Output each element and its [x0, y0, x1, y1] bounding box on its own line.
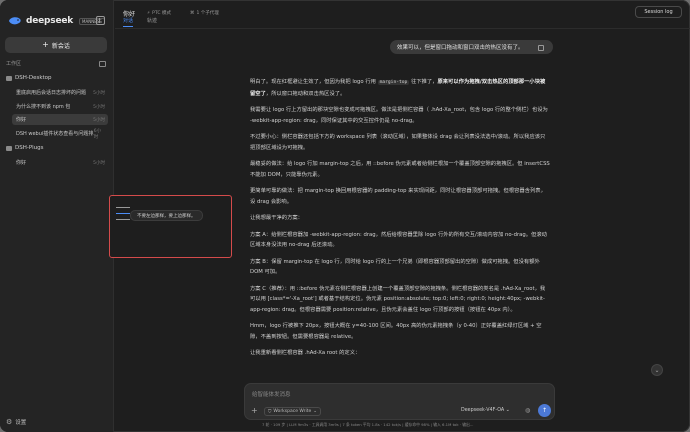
workspace-write-label: Workspace Write	[273, 409, 312, 414]
reply-paragraph: 方案 A：给侧栏根容器加 -webkit-app-region: drag，然后…	[250, 231, 547, 249]
session-item-label: 你好	[16, 117, 27, 123]
chevron-down-icon: ⌄	[505, 408, 510, 413]
workspace-header: 工作区	[6, 60, 106, 67]
mode-label: PTC 模式	[152, 11, 171, 16]
tab-bar: 对话 轨迹	[123, 17, 157, 27]
sidebar-lines-icon	[116, 207, 130, 225]
session-item-label: 你好	[16, 160, 27, 166]
workspace-group-name: DSH-Plugs	[15, 145, 44, 151]
reply-paragraph: 方案 B：保留 margin-top 在 logo 行，同时给 logo 行的上…	[250, 258, 540, 276]
tab-conversation[interactable]: 对话	[123, 17, 134, 27]
bolt-icon: ⚡	[147, 10, 151, 16]
reply-text: ，所以窗口拖动和双击热区没了。	[265, 90, 346, 97]
workspace-group-name: DSH-Desktop	[15, 75, 52, 81]
session-item-time: 5小时	[93, 104, 105, 110]
app-window: deepseek MANNESS + 新会话 工作区 DSH-Desktop 重…	[0, 0, 690, 432]
workspace-write-chip[interactable]: ⛉ Workspace Write ⌄	[264, 407, 322, 416]
workspace-header-label: 工作区	[6, 61, 22, 67]
reply-text: 往下推了，	[409, 79, 438, 85]
assistant-reply: 明白了。现在红框避让生效了，但因为我把 logo 行用 margin-top 往…	[250, 77, 550, 365]
subagent-chip[interactable]: ⌘ 1 个子代理	[190, 10, 219, 17]
new-chat-button[interactable]: + 新会话	[5, 37, 107, 53]
session-log-button[interactable]: Session log	[635, 6, 682, 18]
settings-label: 设置	[15, 420, 27, 426]
chevron-down-icon: ⌄	[313, 409, 318, 414]
subagent-label: 1 个子代理	[196, 11, 219, 16]
session-item-time: 6小时	[93, 128, 102, 140]
user-message: 效果可以，但是窗口拖动和窗口双击的热区没有了。	[390, 40, 553, 54]
new-chat-label: 新会话	[51, 42, 70, 50]
tab-trajectory[interactable]: 轨迹	[147, 17, 157, 27]
plus-icon: +	[42, 40, 49, 49]
session-item-time: 5小时	[93, 90, 105, 96]
session-item[interactable]: 你好 5小时	[12, 157, 108, 168]
workspace-group[interactable]: DSH-Desktop	[6, 75, 52, 81]
reply-paragraph: 不过要小心：侧栏容器还包括下方的 workspace 列表（滚动区域），如果整体…	[250, 134, 546, 151]
shield-icon: ⛉	[268, 409, 272, 415]
reply-paragraph: 让我想最干净的方案：	[250, 215, 303, 221]
deepseek-logo-icon	[9, 17, 21, 25]
reply-paragraph: 我需要让 logo 行上方留出的那块空隙也变成可拖拽区。做法是把侧栏容器（ .h…	[250, 107, 548, 124]
session-item-label: 为什么搜不到该 npm 包	[16, 104, 71, 110]
mode-chip[interactable]: ⚡ PTC 模式	[147, 10, 171, 17]
model-selector[interactable]: Deepseek-V4F-OA ⌄	[461, 408, 510, 413]
session-item[interactable]: DSH webui插件状态查看与问题排... 6小时	[12, 128, 108, 140]
settings-button[interactable]: ⚙ 设置	[6, 418, 26, 426]
reply-text: 明白了。现在红框避让生效了，但因为我把 logo 行用	[250, 79, 378, 85]
folder-icon	[6, 145, 12, 151]
session-item-label: DSH webui插件状态查看与问题排...	[16, 131, 94, 137]
reply-paragraph: Hmm，logo 行被推下 20px，按钮大概在 y=40-100 区间。40p…	[250, 323, 542, 340]
session-item[interactable]: 为什么搜不到该 npm 包 5小时	[12, 101, 108, 112]
session-item-time: 5小时	[93, 117, 105, 123]
preview-tooltip: 不要左边那样，要上边那样。	[130, 210, 203, 221]
copy-icon[interactable]	[538, 45, 544, 51]
sidebar-toggle-icon[interactable]	[96, 16, 105, 25]
model-label: Deepseek-V4F-OA	[461, 408, 505, 413]
brand: deepseek MANNESS	[8, 16, 105, 26]
reply-paragraph: 更简单可靠的做法：把 margin-top 换回用根容器的 padding-to…	[250, 188, 546, 205]
folder-icon	[6, 75, 12, 81]
attached-preview: 不要左边那样，要上边那样。	[109, 195, 232, 258]
add-workspace-icon[interactable]	[99, 60, 106, 67]
reply-paragraph: 明白了。现在红框避让生效了，但因为我把 logo 行用 margin-top 往…	[250, 77, 550, 99]
message-input[interactable]: 给智能体发消息	[252, 390, 291, 398]
composer: 给智能体发消息 + ⛉ Workspace Write ⌄ Deepseek-V…	[244, 383, 555, 420]
reply-paragraph: 最稳妥的做法：给 logo 行加 margin-top 之后，用 ::befor…	[250, 161, 550, 178]
sidebar: deepseek MANNESS + 新会话 工作区 DSH-Desktop 重…	[0, 0, 114, 432]
session-item-time: 5小时	[93, 160, 105, 166]
session-item[interactable]: 重底启用后会话日志排坏的问题 5小时	[12, 87, 108, 98]
session-item-active[interactable]: 你好 5小时	[12, 114, 108, 125]
reply-paragraph: 让我重新看侧栏根容器 .hAd-Xa root 的定义：	[250, 350, 361, 356]
scroll-down-button[interactable]: ⌄	[651, 364, 663, 376]
send-button[interactable]: ↑	[538, 404, 551, 417]
reply-paragraph: 方案 C（推荐）：用 ::before 伪元素在侧栏根容器上创建一个覆盖顶部空隙…	[250, 285, 546, 313]
inline-code: margin-top	[377, 80, 410, 85]
gear-icon: ⚙	[6, 417, 13, 426]
mic-icon[interactable]: ◍	[525, 407, 530, 414]
status-bar: 7 轮 · 109 步 | LLM 9m3s · 工具调用 3m9s | 7 条…	[262, 422, 474, 427]
brand-name: deepseek	[26, 16, 74, 26]
agent-icon: ⌘	[190, 10, 195, 16]
session-item-label: 重底启用后会话日志排坏的问题	[16, 90, 87, 96]
attach-icon[interactable]: +	[251, 407, 258, 415]
workspace-group[interactable]: DSH-Plugs	[6, 145, 44, 151]
header-divider	[115, 28, 690, 29]
